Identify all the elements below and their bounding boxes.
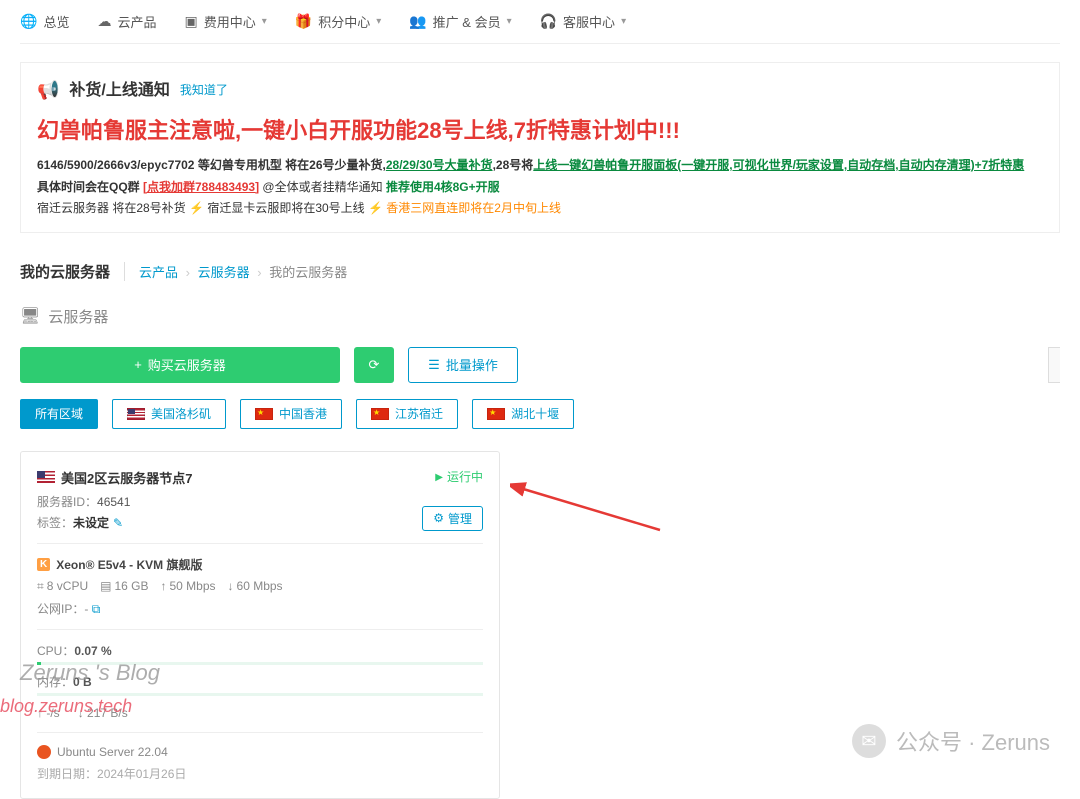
nav-billing[interactable]: ▣费用中心▾ [184, 12, 266, 31]
nav-points[interactable]: 🎁积分中心▾ [295, 12, 381, 31]
ubuntu-icon [37, 745, 51, 759]
server-icon: 🖥 [20, 306, 40, 326]
gear-icon: ⚙ [433, 511, 444, 525]
notice-dismiss-link[interactable]: 我知道了 [180, 80, 228, 100]
bolt-icon: ⚡ [368, 201, 383, 215]
crumb-products[interactable]: 云产品 [139, 265, 178, 280]
ram-icon: ▤ [100, 579, 111, 593]
arrow-up-icon: ↑ [160, 579, 166, 593]
chevron-down-icon: ▾ [262, 16, 267, 27]
flag-us-icon [127, 408, 145, 420]
page-title-row: 我的云服务器 云产品 › 云服务器 › 我的云服务器 [20, 251, 1060, 292]
nav-promo[interactable]: 👥推广 & 会员▾ [409, 12, 511, 31]
notice-feature-link[interactable]: 上线一键幻兽帕鲁开服面板(一键开服,可视化世界/玩家设置,自动存档,自动内存清理… [533, 158, 1024, 172]
cpu-progress [37, 662, 483, 665]
copy-icon[interactable]: ⧉ [92, 602, 101, 616]
chip-icon: K [37, 558, 50, 571]
server-card: 美国2区云服务器节点7 运行中 服务器ID：46541 标签：未设定✎ ⚙管理 … [20, 451, 500, 799]
cpu-icon: ⌗ [37, 579, 44, 594]
region-all[interactable]: 所有区域 [20, 399, 98, 429]
region-hk[interactable]: 中国香港 [240, 399, 342, 429]
os-row: Ubuntu Server 22.04 [37, 745, 483, 759]
page-title: 我的云服务器 [20, 261, 110, 282]
crumb-servers[interactable]: 云服务器 [198, 265, 250, 280]
bolt-icon: ⚡ [189, 201, 204, 215]
cpu-metric: CPU：0.07 % [37, 642, 483, 665]
arrow-down-icon: ↓ [78, 706, 84, 720]
gift-icon: 🎁 [295, 13, 312, 30]
refresh-icon: ⟳ [369, 357, 380, 373]
headset-icon: 🎧 [540, 13, 557, 30]
flag-cn-icon [487, 408, 505, 420]
right-edge-button[interactable] [1048, 347, 1060, 383]
spec-row: ⌗8 vCPU ▤16 GB ↑50 Mbps ↓60 Mbps [37, 579, 483, 594]
buy-server-button[interactable]: +购买云服务器 [20, 347, 340, 383]
qq-group-link[interactable]: [点我加群788483493] [143, 180, 259, 194]
cloud-icon: ☁ [97, 13, 111, 30]
arrow-down-icon: ↓ [228, 579, 234, 593]
flag-hk-icon [255, 408, 273, 420]
globe-icon: 🌐 [20, 13, 37, 30]
server-id-row: 服务器ID：46541 [37, 493, 483, 510]
batch-button[interactable]: ☰批量操作 [408, 347, 518, 383]
section-heading: 🖥 云服务器 [20, 292, 1060, 347]
nav-support[interactable]: 🎧客服中心▾ [540, 12, 626, 31]
notice-title: 补货/上线通知 [69, 77, 169, 104]
region-us[interactable]: 美国洛杉矶 [112, 399, 226, 429]
wallet-icon: ▣ [184, 13, 197, 30]
users-icon: 👥 [409, 13, 426, 30]
region-sy[interactable]: 湖北十堰 [472, 399, 574, 429]
ip-row: 公网IP：- ⧉ [37, 600, 483, 617]
region-tabs: 所有区域 美国洛杉矶 中国香港 江苏宿迁 湖北十堰 [20, 399, 1060, 429]
refresh-button[interactable]: ⟳ [354, 347, 394, 383]
nav-products[interactable]: ☁云产品 [97, 12, 156, 31]
notice-banner: 📢 补货/上线通知 我知道了 幻兽帕鲁服主注意啦,一键小白开服功能28号上线,7… [20, 62, 1060, 233]
top-nav: 🌐总览 ☁云产品 ▣费用中心▾ 🎁积分中心▾ 👥推广 & 会员▾ 🎧客服中心▾ [20, 0, 1060, 44]
server-status: 运行中 [435, 468, 483, 485]
chevron-down-icon: ▾ [621, 16, 626, 27]
notice-body: 6146/5900/2666v3/epyc7702 等幻兽专用机型 将在26号少… [37, 155, 1043, 220]
mem-metric: 内存：0 B [37, 673, 483, 696]
crumb-current: 我的云服务器 [269, 265, 347, 280]
server-tag-row: 标签：未设定✎ [37, 514, 483, 531]
notice-headline: 幻兽帕鲁服主注意啦,一键小白开服功能28号上线,7折特惠计划中!!! [37, 112, 1043, 149]
breadcrumb: 云产品 › 云服务器 › 我的云服务器 [124, 262, 347, 281]
region-sq[interactable]: 江苏宿迁 [356, 399, 458, 429]
wechat-icon: ✉ [852, 724, 886, 758]
nav-overview[interactable]: 🌐总览 [20, 12, 69, 31]
edit-tag-icon[interactable]: ✎ [113, 516, 123, 530]
chevron-down-icon: ▾ [507, 16, 512, 27]
plus-icon: + [134, 357, 142, 372]
arrow-up-icon: ↑ [37, 706, 43, 720]
mem-progress [37, 693, 483, 696]
wechat-badge: ✉ 公众号 · Zeruns [852, 724, 1050, 758]
expiry-row: 到期日期：2024年01月26日 [37, 765, 483, 782]
flag-us-icon [37, 471, 55, 483]
spec-title: KXeon® E5v4 - KVM 旗舰版 [37, 556, 483, 573]
list-icon: ☰ [428, 357, 440, 373]
chevron-down-icon: ▾ [376, 16, 381, 27]
manage-button[interactable]: ⚙管理 [422, 506, 483, 531]
play-icon [435, 469, 443, 483]
server-name: 美国2区云服务器节点7 [37, 468, 192, 487]
megaphone-icon: 📢 [37, 75, 59, 106]
flag-cn-icon [371, 408, 389, 420]
net-row: ↑ -/s ↓ 217 B/s [37, 706, 483, 720]
